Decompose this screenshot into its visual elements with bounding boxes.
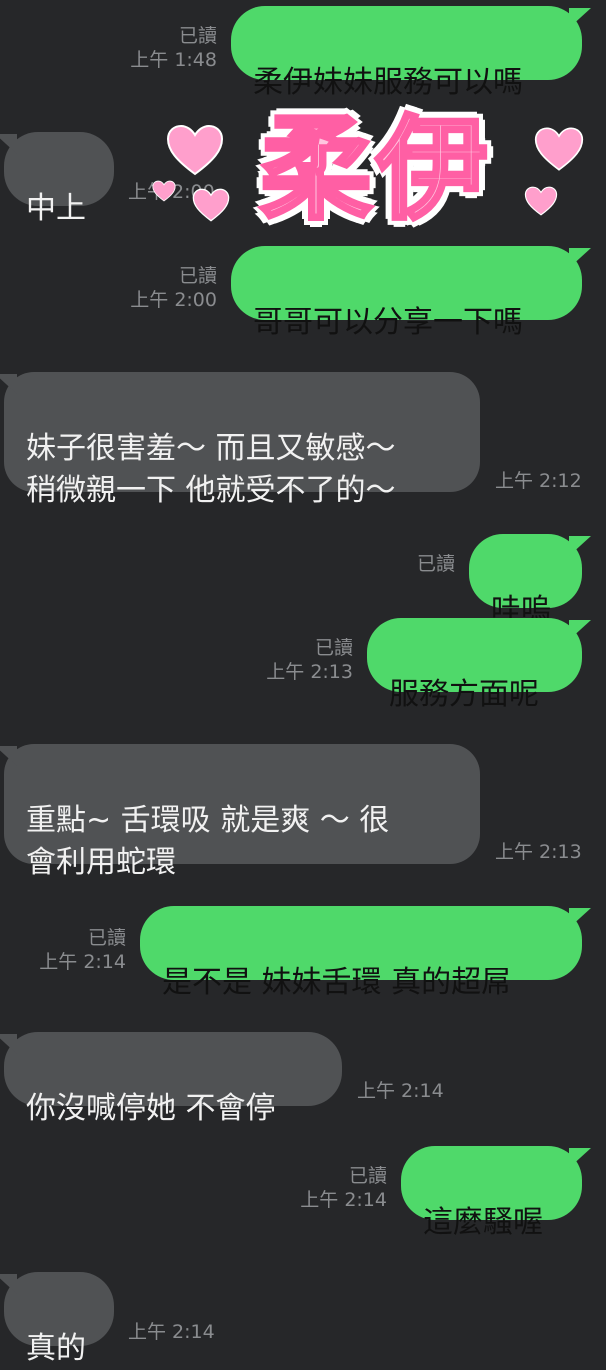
timestamp: 上午 2:14 [300, 1189, 387, 1211]
message-text: 真的 [26, 1331, 86, 1366]
incoming-message-bubble[interactable]: 妹子很害羞～ 而且又敏感～ 稍微親一下 他就受不了的～ [4, 372, 480, 508]
timestamp: 上午 2:13 [266, 661, 353, 683]
outgoing-message-bubble[interactable]: 哇嗚 [469, 534, 582, 628]
message-text: 中上 [26, 191, 86, 226]
timestamp: 上午 2:14 [39, 951, 126, 973]
message-meta: 上午 2:12 [495, 469, 582, 493]
read-receipt: 已讀 [178, 265, 217, 287]
sticker: 柔伊 [152, 100, 600, 250]
timestamp: 上午 2:14 [128, 1321, 215, 1343]
message-meta: 已讀 上午 1:48 [130, 24, 217, 72]
incoming-message-bubble[interactable]: 重點~ 舌環吸 就是爽 ～ 很 會利用蛇環 [4, 744, 480, 880]
message-meta: 上午 2:13 [495, 840, 582, 864]
heart-icon [534, 127, 584, 171]
read-receipt: 已讀 [416, 553, 455, 575]
message-meta: 已讀 上午 2:14 [39, 926, 126, 974]
timestamp: 上午 2:13 [495, 841, 582, 863]
message-text: 柔伊妹妹服務可以嗎 [253, 65, 523, 100]
outgoing-message-bubble[interactable]: 哥哥可以分享一下嗎 [231, 246, 582, 340]
timestamp: 上午 1:48 [130, 49, 217, 71]
message-text: 這麼騷喔 [423, 1205, 543, 1240]
heart-icon [524, 186, 558, 216]
message-meta: 已讀 上午 2:14 [300, 1164, 387, 1212]
read-receipt: 已讀 [178, 25, 217, 47]
incoming-message-bubble[interactable]: 你沒喊停她 不會停 [4, 1032, 342, 1126]
outgoing-message-bubble[interactable]: 服務方面呢 [367, 618, 582, 712]
message-meta: 已讀 [417, 552, 455, 576]
outgoing-message-bubble[interactable]: 是不是 妹妹舌環 真的超屌 [140, 906, 582, 1000]
message-meta: 已讀 上午 2:00 [130, 264, 217, 312]
message-text: 重點~ 舌環吸 就是爽 ～ 很 會利用蛇環 [26, 803, 390, 880]
sticker-text: 柔伊 [258, 103, 492, 237]
message-text: 你沒喊停她 不會停 [26, 1091, 276, 1126]
heart-icon [166, 124, 224, 176]
heart-icon [152, 180, 176, 202]
message-meta: 上午 2:14 [128, 1320, 215, 1344]
outgoing-message-bubble[interactable]: 這麼騷喔 [401, 1146, 582, 1240]
read-receipt: 已讀 [314, 637, 353, 659]
read-receipt: 已讀 [348, 1165, 387, 1187]
message-text: 服務方面呢 [389, 677, 539, 712]
incoming-message-bubble[interactable]: 中上 [4, 132, 114, 226]
timestamp: 上午 2:00 [130, 289, 217, 311]
heart-icon [192, 188, 230, 222]
message-text: 哥哥可以分享一下嗎 [253, 305, 523, 340]
message-meta: 上午 2:14 [357, 1079, 444, 1103]
message-text: 是不是 妹妹舌環 真的超屌 [162, 965, 512, 1000]
incoming-message-bubble[interactable]: 真的 [4, 1272, 114, 1366]
message-meta: 已讀 上午 2:13 [266, 636, 353, 684]
outgoing-message-bubble[interactable]: 柔伊妹妹服務可以嗎 [231, 6, 582, 100]
timestamp: 上午 2:12 [495, 470, 582, 492]
chat-thread[interactable]: 已讀 上午 1:48 柔伊妹妹服務可以嗎 中上 上午 2:00 已讀 上午 2:… [0, 0, 606, 1366]
message-text: 妹子很害羞～ 而且又敏感～ 稍微親一下 他就受不了的～ [26, 431, 396, 508]
timestamp: 上午 2:14 [357, 1080, 444, 1102]
read-receipt: 已讀 [87, 927, 126, 949]
